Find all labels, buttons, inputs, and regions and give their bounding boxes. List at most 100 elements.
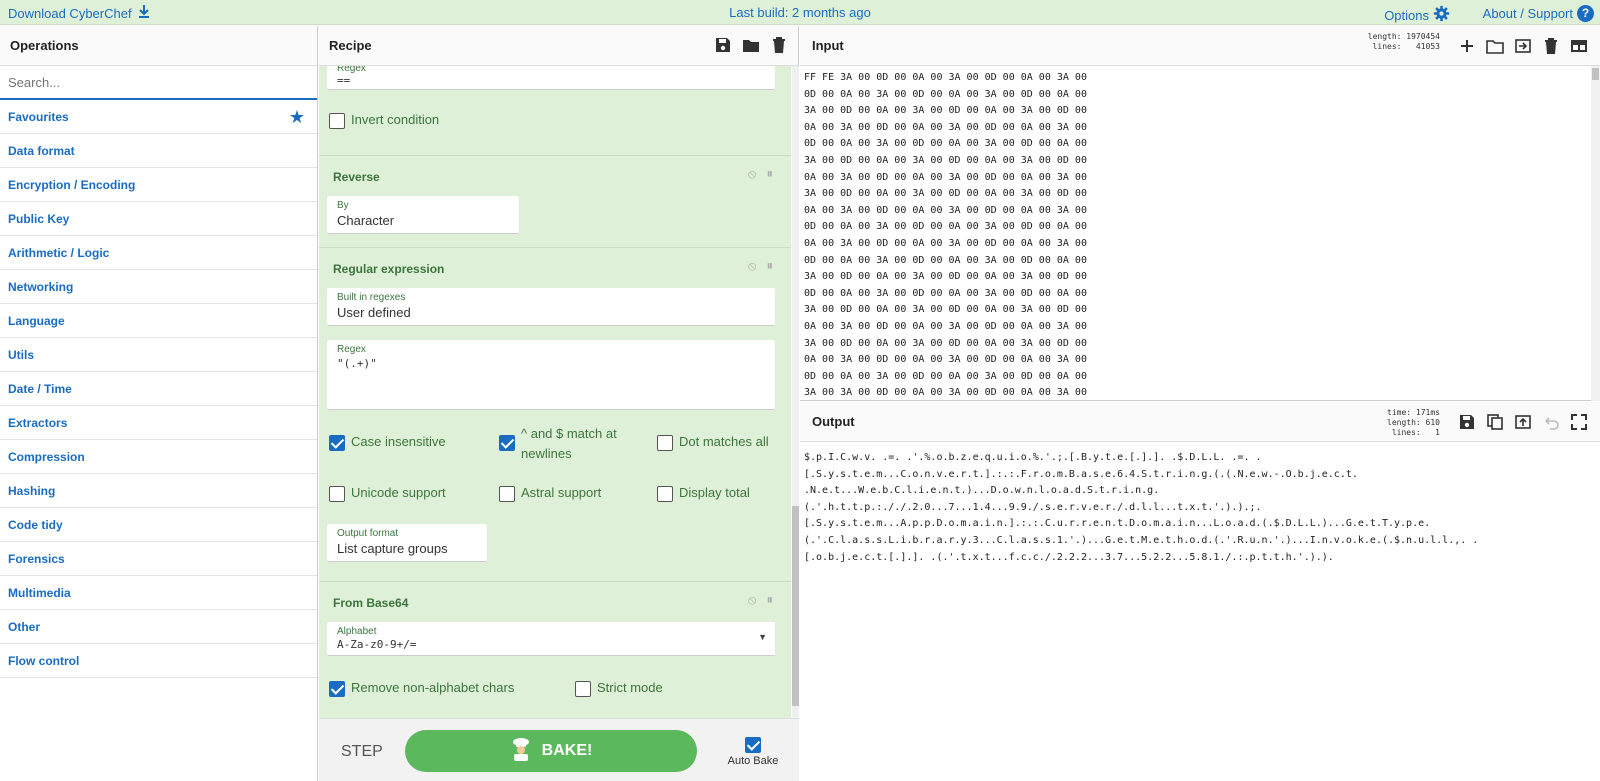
open-folder-icon[interactable] — [1486, 37, 1504, 60]
disable-icon[interactable]: ⦸ — [748, 592, 756, 608]
checkbox-label[interactable]: ^ and $ match at newlines — [521, 424, 629, 464]
scrollbar-thumb[interactable] — [792, 506, 799, 706]
checkbox-label[interactable]: Astral support — [521, 485, 601, 500]
checkbox-box[interactable] — [329, 486, 345, 502]
category-other[interactable]: Other — [0, 610, 317, 644]
category-code-tidy[interactable]: Code tidy — [0, 508, 317, 542]
auto-bake-checkbox[interactable]: Auto Bake — [723, 737, 783, 767]
copy-icon[interactable] — [1486, 413, 1504, 436]
category-multimedia[interactable]: Multimedia — [0, 576, 317, 610]
checkbox-label[interactable]: Invert condition — [351, 112, 439, 127]
checkbox-label[interactable]: Strict mode — [597, 680, 663, 695]
category-date-time[interactable]: Date / Time — [0, 372, 317, 406]
save-icon[interactable] — [714, 36, 732, 54]
category-label[interactable]: Data format — [8, 144, 75, 158]
output-format-select[interactable]: Output format List capture groups — [327, 524, 487, 562]
category-label[interactable]: Arithmetic / Logic — [8, 246, 109, 260]
disable-icon[interactable]: ⦸ — [748, 166, 756, 182]
dot-matches-all-checkbox[interactable]: Dot matches all — [657, 434, 769, 451]
multiline-checkbox[interactable]: ^ and $ match at newlines — [499, 424, 629, 464]
category-label[interactable]: Networking — [8, 280, 73, 294]
search-input[interactable] — [8, 74, 298, 90]
alphabet-select[interactable]: Alphabet A-Za-z0-9+/= ▼ — [327, 622, 775, 656]
checkbox-label[interactable]: Dot matches all — [679, 434, 769, 449]
auto-bake-label[interactable]: Auto Bake — [728, 755, 779, 767]
options-label[interactable]: Options — [1384, 8, 1429, 23]
category-label[interactable]: Other — [8, 620, 40, 634]
output-text[interactable]: $.p.I.C.w.v. .=. .'.%.o.b.z.e.q.u.i.o.%.… — [804, 450, 1574, 566]
category-flow-control[interactable]: Flow control — [0, 644, 317, 678]
builtin-regex-select[interactable]: Built in regexes User defined — [327, 288, 775, 326]
category-label[interactable]: Flow control — [8, 654, 79, 668]
category-public-key[interactable]: Public Key — [0, 202, 317, 236]
display-total-checkbox[interactable]: Display total — [657, 485, 750, 502]
about-label[interactable]: About / Support — [1483, 6, 1573, 21]
category-forensics[interactable]: Forensics — [0, 542, 317, 576]
checkbox-box[interactable] — [329, 681, 345, 697]
chef-icon[interactable] — [510, 737, 532, 766]
checkbox-box[interactable] — [329, 113, 345, 129]
field-value[interactable]: User defined — [337, 305, 411, 320]
category-extractors[interactable]: Extractors — [0, 406, 317, 440]
checkbox-label[interactable]: Display total — [679, 485, 750, 500]
search-box[interactable] — [0, 66, 317, 100]
undo-icon[interactable] — [1542, 413, 1560, 436]
regex-field-partial[interactable]: Regex == — [327, 66, 775, 90]
disable-icon[interactable]: ⦸ — [748, 258, 756, 274]
category-networking[interactable]: Networking — [0, 270, 317, 304]
download-link[interactable]: Download CyberChef — [8, 5, 150, 21]
recipe-scrollbar[interactable] — [792, 66, 799, 718]
about-support-button[interactable]: About / Support ? — [1483, 5, 1594, 22]
save-output-icon[interactable] — [1458, 413, 1476, 436]
category-label[interactable]: Compression — [8, 450, 85, 464]
step-button[interactable]: STEP — [341, 743, 383, 761]
category-label[interactable]: Language — [8, 314, 65, 328]
category-label[interactable]: Extractors — [8, 416, 67, 430]
category-label[interactable]: Date / Time — [8, 382, 72, 396]
open-file-icon[interactable] — [1514, 37, 1532, 60]
remove-non-alphabet-checkbox[interactable]: Remove non-alphabet chars — [329, 680, 514, 697]
input-scrollbar[interactable] — [1591, 66, 1600, 401]
checkbox-box[interactable] — [575, 681, 591, 697]
category-utils[interactable]: Utils — [0, 338, 317, 372]
field-value[interactable]: Character — [337, 213, 394, 228]
category-arithmetic-logic[interactable]: Arithmetic / Logic — [0, 236, 317, 270]
category-label[interactable]: Utils — [8, 348, 34, 362]
field-value[interactable]: == — [337, 74, 350, 87]
invert-condition-checkbox[interactable]: Invert condition — [329, 112, 439, 129]
category-language[interactable]: Language — [0, 304, 317, 338]
input-text[interactable]: FF FE 3A 00 0D 00 0A 00 3A 00 0D 00 0A 0… — [804, 70, 1087, 402]
field-value[interactable]: "(.+)" — [337, 357, 377, 370]
download-icon[interactable] — [138, 5, 150, 21]
case-insensitive-checkbox[interactable]: Case insensitive — [329, 434, 446, 451]
field-value[interactable]: List capture groups — [337, 541, 448, 556]
category-label[interactable]: Hashing — [8, 484, 55, 498]
astral-support-checkbox[interactable]: Astral support — [499, 485, 601, 502]
pause-icon[interactable]: ⏸ — [767, 258, 774, 274]
checkbox-box[interactable] — [657, 435, 673, 451]
checkbox-box[interactable] — [499, 435, 515, 451]
bake-label[interactable]: BAKE! — [542, 742, 593, 760]
download-label[interactable]: Download CyberChef — [8, 6, 132, 21]
scrollbar-thumb[interactable] — [1592, 68, 1599, 80]
trash-icon[interactable] — [770, 36, 788, 54]
category-label[interactable]: Favourites — [8, 110, 69, 124]
checkbox-box[interactable] — [329, 435, 345, 451]
replace-input-icon[interactable] — [1514, 413, 1532, 436]
checkbox-box[interactable] — [499, 486, 515, 502]
regex-textarea[interactable]: Regex "(.+)" — [327, 340, 775, 410]
checkbox-box[interactable] — [745, 737, 761, 753]
category-label[interactable]: Public Key — [8, 212, 69, 226]
category-hashing[interactable]: Hashing — [0, 474, 317, 508]
clear-input-icon[interactable] — [1542, 37, 1560, 60]
checkbox-label[interactable]: Case insensitive — [351, 434, 446, 449]
chevron-down-icon[interactable]: ▼ — [758, 632, 767, 642]
gear-icon[interactable] — [1433, 5, 1450, 25]
pause-icon[interactable]: ⏸ — [767, 166, 774, 182]
pause-icon[interactable]: ⏸ — [767, 592, 774, 608]
category-label[interactable]: Multimedia — [8, 586, 71, 600]
field-value[interactable]: A-Za-z0-9+/= — [337, 638, 416, 651]
folder-icon[interactable] — [742, 36, 760, 54]
add-tab-icon[interactable] — [1458, 37, 1476, 60]
reset-layout-icon[interactable] — [1570, 37, 1588, 60]
